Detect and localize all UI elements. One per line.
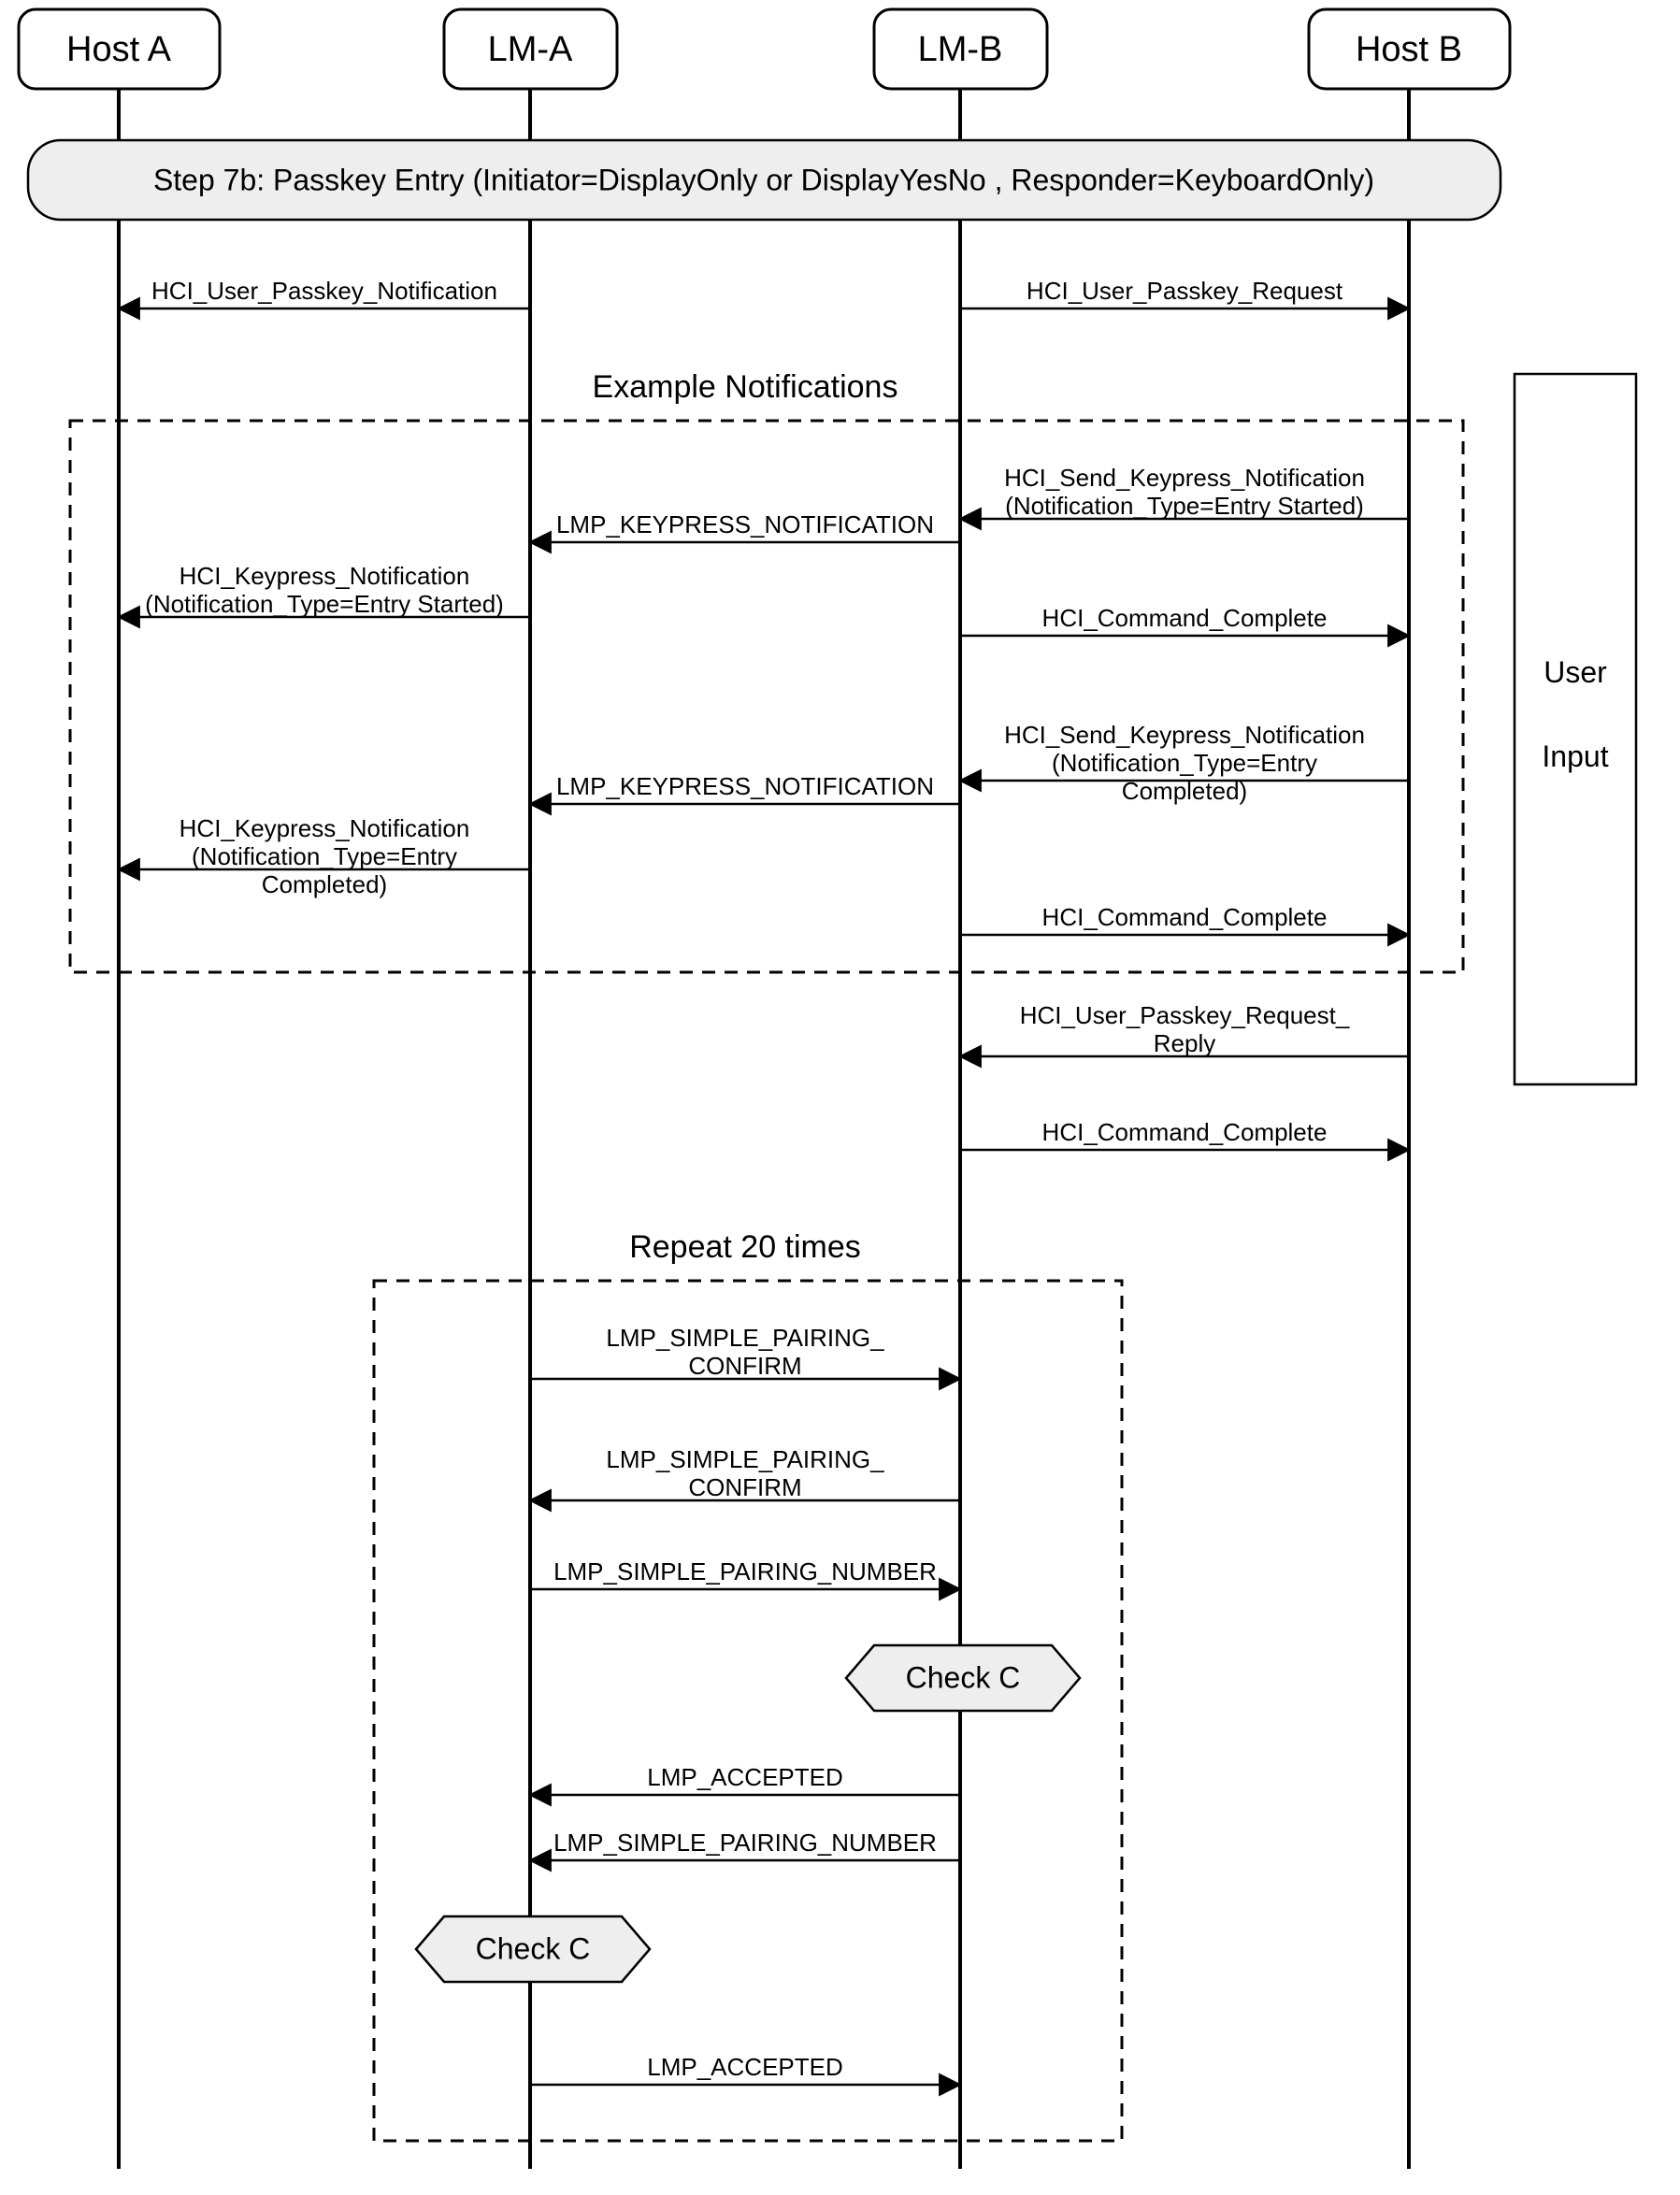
msg-label: HCI_Send_Keypress_Notification <box>1004 464 1365 492</box>
msg-label: HCI_Command_Complete <box>1042 604 1328 632</box>
check-c-text: Check C <box>906 1660 1021 1694</box>
msg-hci-user-passkey-request-reply: HCI_User_Passkey_Request_ Reply <box>960 1001 1409 1057</box>
msg-label: LMP_KEYPRESS_NOTIFICATION <box>556 510 934 538</box>
msg-label: LMP_ACCEPTED <box>647 1763 843 1791</box>
msg-label: HCI_Keypress_Notification <box>179 562 470 590</box>
lane-label-host-b: Host B <box>1356 30 1462 69</box>
check-c-text: Check C <box>476 1931 591 1965</box>
msg-hci-send-keypress-started: HCI_Send_Keypress_Notification (Notifica… <box>960 464 1409 520</box>
msg-label: HCI_Command_Complete <box>1042 1118 1328 1146</box>
msg-label: HCI_Keypress_Notification <box>179 814 470 842</box>
step-banner: Step 7b: Passkey Entry (Initiator=Displa… <box>28 140 1501 220</box>
msg-hci-command-complete-1: HCI_Command_Complete <box>960 604 1409 636</box>
msg-hci-send-keypress-completed: HCI_Send_Keypress_Notification (Notifica… <box>960 721 1409 805</box>
msg-lmp-accepted-b: LMP_ACCEPTED <box>530 2053 960 2085</box>
msg-lmp-simple-pairing-confirm-b: LMP_SIMPLE_PAIRING_ CONFIRM <box>530 1445 960 1501</box>
msg-label: HCI_User_Passkey_Notification <box>151 277 497 305</box>
msg-label: LMP_SIMPLE_PAIRING_ <box>606 1445 884 1473</box>
lane-header-lm-b: LM-B <box>874 9 1047 89</box>
user-input-box: User Input <box>1515 374 1636 1084</box>
step-text: Step 7b: Passkey Entry (Initiator=Displa… <box>153 163 1374 196</box>
msg-label: HCI_User_Passkey_Request <box>1027 277 1343 305</box>
msg-label: LMP_KEYPRESS_NOTIFICATION <box>556 772 934 800</box>
msg-hci-command-complete-2: HCI_Command_Complete <box>960 903 1409 935</box>
section-title-example: Example Notifications <box>593 369 898 405</box>
msg-label: HCI_Command_Complete <box>1042 903 1328 931</box>
msg-lmp-simple-pairing-number-b: LMP_SIMPLE_PAIRING_NUMBER <box>530 1829 960 1860</box>
user-input-text-2: Input <box>1542 739 1608 773</box>
msg-label: Completed) <box>1122 777 1247 805</box>
msg-hci-keypress-notification-started: HCI_Keypress_Notification (Notification_… <box>119 562 530 618</box>
msg-label: HCI_User_Passkey_Request_ <box>1020 1001 1350 1029</box>
msg-label: Completed) <box>262 870 387 898</box>
check-c-lm-b: Check C <box>846 1645 1080 1711</box>
section-title-repeat: Repeat 20 times <box>629 1229 861 1265</box>
lane-label-lm-b: LM-B <box>918 30 1003 69</box>
user-input-text-1: User <box>1544 655 1607 689</box>
msg-label: (Notification_Type=Entry Started) <box>145 590 504 618</box>
lane-header-lm-a: LM-A <box>444 9 617 89</box>
lane-header-host-b: Host B <box>1309 9 1510 89</box>
msg-label: LMP_SIMPLE_PAIRING_NUMBER <box>553 1829 937 1857</box>
msg-lmp-keypress-notification-2: LMP_KEYPRESS_NOTIFICATION <box>530 772 960 804</box>
msg-label: LMP_SIMPLE_PAIRING_ <box>606 1324 884 1352</box>
msg-label: Reply <box>1154 1029 1215 1057</box>
msg-hci-user-passkey-request: HCI_User_Passkey_Request <box>960 277 1409 308</box>
msg-lmp-simple-pairing-confirm-a: LMP_SIMPLE_PAIRING_ CONFIRM <box>530 1324 960 1380</box>
lane-header-host-a: Host A <box>19 9 220 89</box>
msg-hci-keypress-notification-completed: HCI_Keypress_Notification (Notification_… <box>119 814 530 898</box>
msg-label: (Notification_Type=Entry Started) <box>1005 492 1364 520</box>
sequence-diagram: Host A LM-A LM-B Host B Step 7b: Passkey… <box>0 0 1680 2195</box>
msg-label: (Notification_Type=Entry <box>192 842 457 870</box>
lane-label-host-a: Host A <box>66 30 172 69</box>
msg-label: (Notification_Type=Entry <box>1052 749 1317 777</box>
msg-label: LMP_SIMPLE_PAIRING_NUMBER <box>553 1557 937 1585</box>
msg-label: CONFIRM <box>688 1473 801 1501</box>
msg-label: CONFIRM <box>688 1352 801 1380</box>
msg-label: HCI_Send_Keypress_Notification <box>1004 721 1365 749</box>
msg-lmp-simple-pairing-number-a: LMP_SIMPLE_PAIRING_NUMBER <box>530 1557 960 1589</box>
check-c-lm-a: Check C <box>416 1916 650 1982</box>
msg-lmp-keypress-notification-1: LMP_KEYPRESS_NOTIFICATION <box>530 510 960 542</box>
msg-hci-user-passkey-notification: HCI_User_Passkey_Notification <box>119 277 530 308</box>
msg-lmp-accepted-a: LMP_ACCEPTED <box>530 1763 960 1795</box>
lane-label-lm-a: LM-A <box>488 30 573 69</box>
msg-label: LMP_ACCEPTED <box>647 2053 843 2081</box>
msg-hci-command-complete-3: HCI_Command_Complete <box>960 1118 1409 1150</box>
